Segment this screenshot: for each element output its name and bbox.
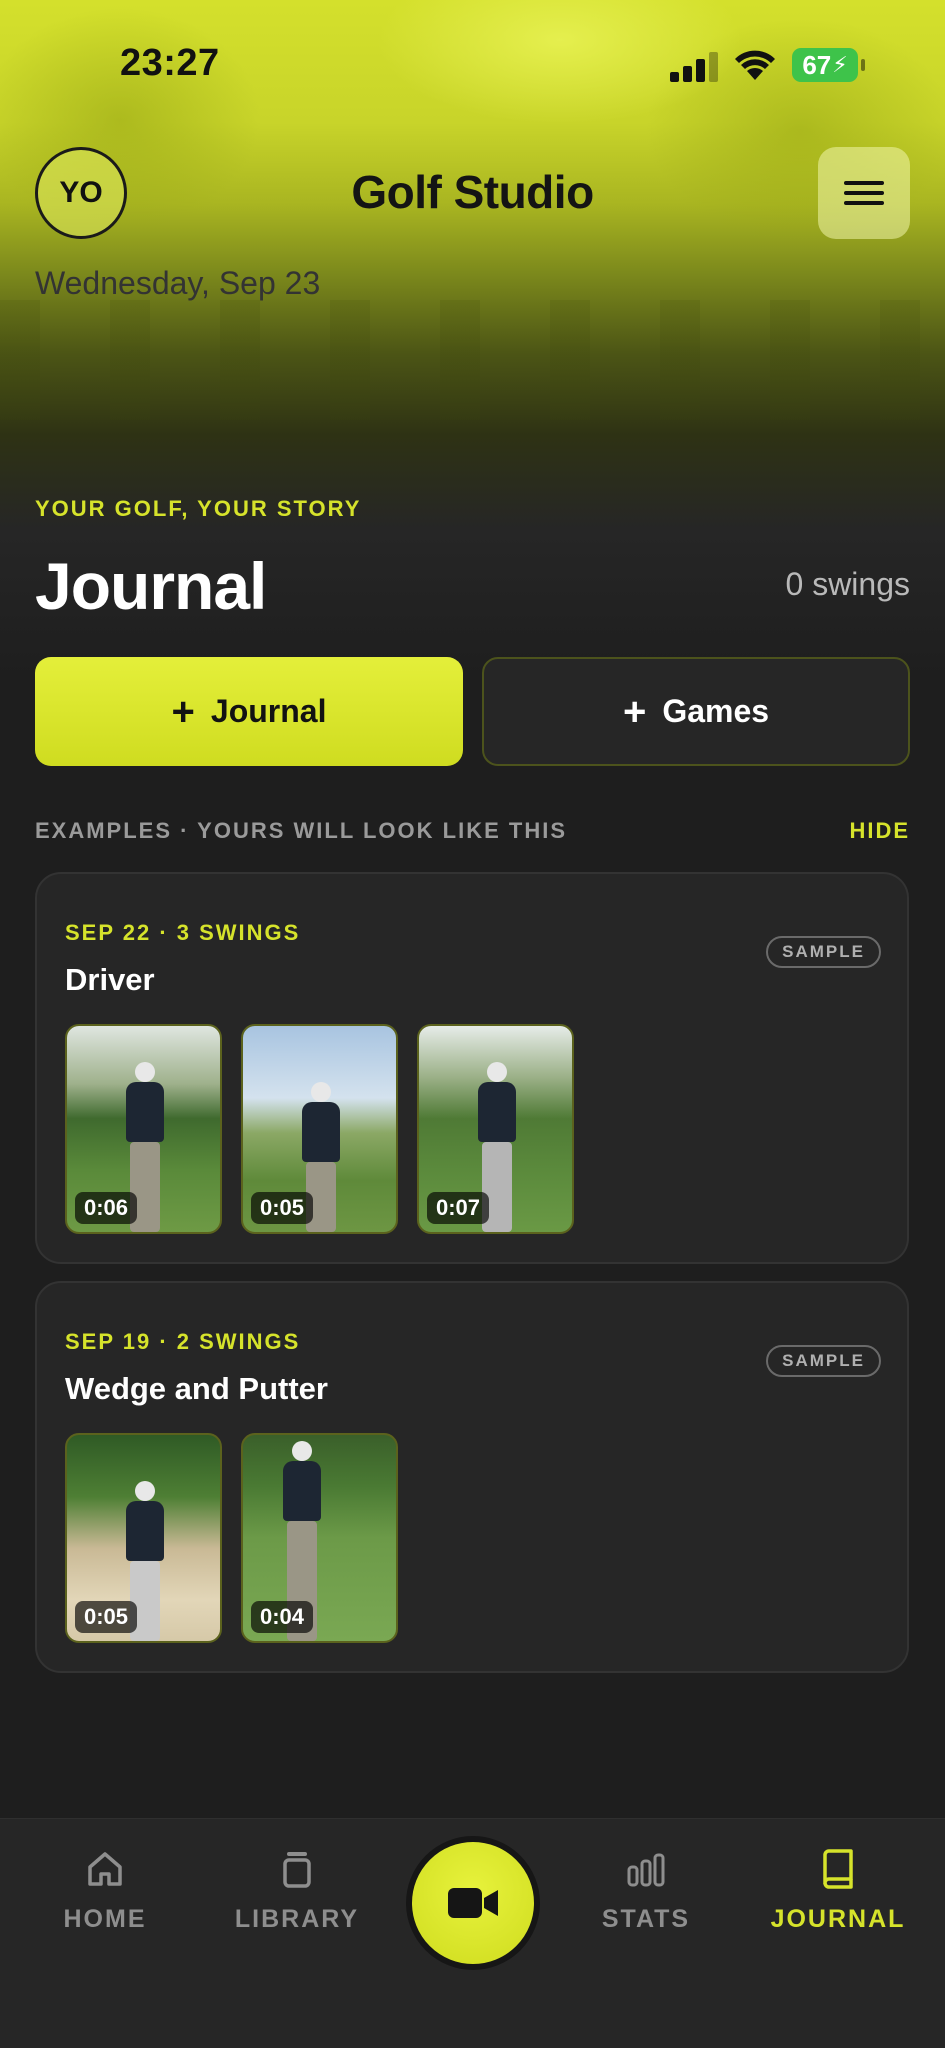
app-title: Golf Studio: [351, 166, 594, 218]
plus-icon: +: [171, 689, 195, 734]
entry-title: Wedge and Putter: [65, 1371, 328, 1406]
record-video-button[interactable]: [406, 1836, 540, 1970]
add-games-label: Games: [662, 693, 770, 729]
add-journal-label: Journal: [210, 693, 327, 729]
sample-badge: SAMPLE: [766, 936, 881, 968]
swing-clip-thumbnail[interactable]: 0:05: [65, 1433, 222, 1643]
tab-home-label: HOME: [63, 1905, 147, 1933]
swing-clip-thumbnail[interactable]: 0:06: [65, 1024, 222, 1234]
clip-thumbnails: 0:05 0:04: [65, 1433, 398, 1643]
charging-bolt-icon: ⚡: [832, 52, 848, 77]
battery-indicator: 67 ⚡: [792, 48, 865, 82]
menu-button[interactable]: [818, 147, 910, 239]
battery-level: 67: [802, 49, 832, 80]
swing-clip-thumbnail[interactable]: 0:07: [417, 1024, 574, 1234]
entry-meta: SEP 22 · 3 SWINGS: [65, 920, 301, 945]
entry-title: Driver: [65, 962, 155, 997]
sample-badge: SAMPLE: [766, 1345, 881, 1377]
examples-label: EXAMPLES · YOURS WILL LOOK LIKE THIS: [35, 818, 567, 843]
clip-thumbnails: 0:06 0:05 0:07: [65, 1024, 574, 1234]
tab-stats[interactable]: STATS: [566, 1849, 726, 1934]
bottom-tab-bar: HOME LIBRARY STATS JOURNAL: [0, 1818, 945, 2048]
clip-duration: 0:05: [251, 1192, 314, 1224]
journal-entry-card[interactable]: SEP 22 · 3 SWINGS Driver SAMPLE 0:06 0:0…: [35, 872, 909, 1264]
page-title: Journal: [35, 549, 267, 623]
current-date: Wednesday, Sep 23: [35, 265, 321, 301]
tab-home[interactable]: HOME: [25, 1849, 185, 1934]
swing-count: 0 swings: [785, 566, 911, 602]
clip-duration: 0:07: [427, 1192, 490, 1224]
tab-library[interactable]: LIBRARY: [217, 1849, 377, 1934]
status-time: 23:27: [120, 42, 220, 84]
cellular-signal-icon: [670, 52, 718, 82]
journal-entry-card[interactable]: SEP 19 · 2 SWINGS Wedge and Putter SAMPL…: [35, 1281, 909, 1673]
clip-duration: 0:04: [251, 1601, 314, 1633]
hero-eyebrow: YOUR GOLF, YOUR STORY: [35, 496, 362, 521]
plus-icon: +: [622, 689, 647, 734]
tab-stats-label: STATS: [601, 1905, 691, 1933]
add-journal-button[interactable]: + Journal: [35, 657, 463, 766]
stats-icon: [627, 1853, 665, 1887]
home-icon: [88, 1852, 122, 1886]
status-bar: 23:27 67 ⚡: [0, 40, 945, 90]
tab-journal[interactable]: JOURNAL: [758, 1849, 918, 1934]
journal-book-icon: [823, 1849, 853, 1889]
tab-journal-label: JOURNAL: [770, 1905, 906, 1933]
swing-clip-thumbnail[interactable]: 0:04: [241, 1433, 398, 1643]
library-icon: [283, 1852, 311, 1888]
hide-examples-button[interactable]: HIDE: [849, 818, 910, 844]
entry-meta: SEP 19 · 2 SWINGS: [65, 1329, 301, 1354]
clip-duration: 0:06: [75, 1192, 138, 1224]
tab-library-label: LIBRARY: [234, 1905, 360, 1933]
swing-clip-thumbnail[interactable]: 0:05: [241, 1024, 398, 1234]
wifi-icon: [735, 50, 775, 80]
hamburger-menu-icon: [844, 181, 884, 205]
add-games-button[interactable]: + Games: [482, 657, 910, 766]
clip-duration: 0:05: [75, 1601, 138, 1633]
video-camera-icon: [448, 1888, 498, 1918]
